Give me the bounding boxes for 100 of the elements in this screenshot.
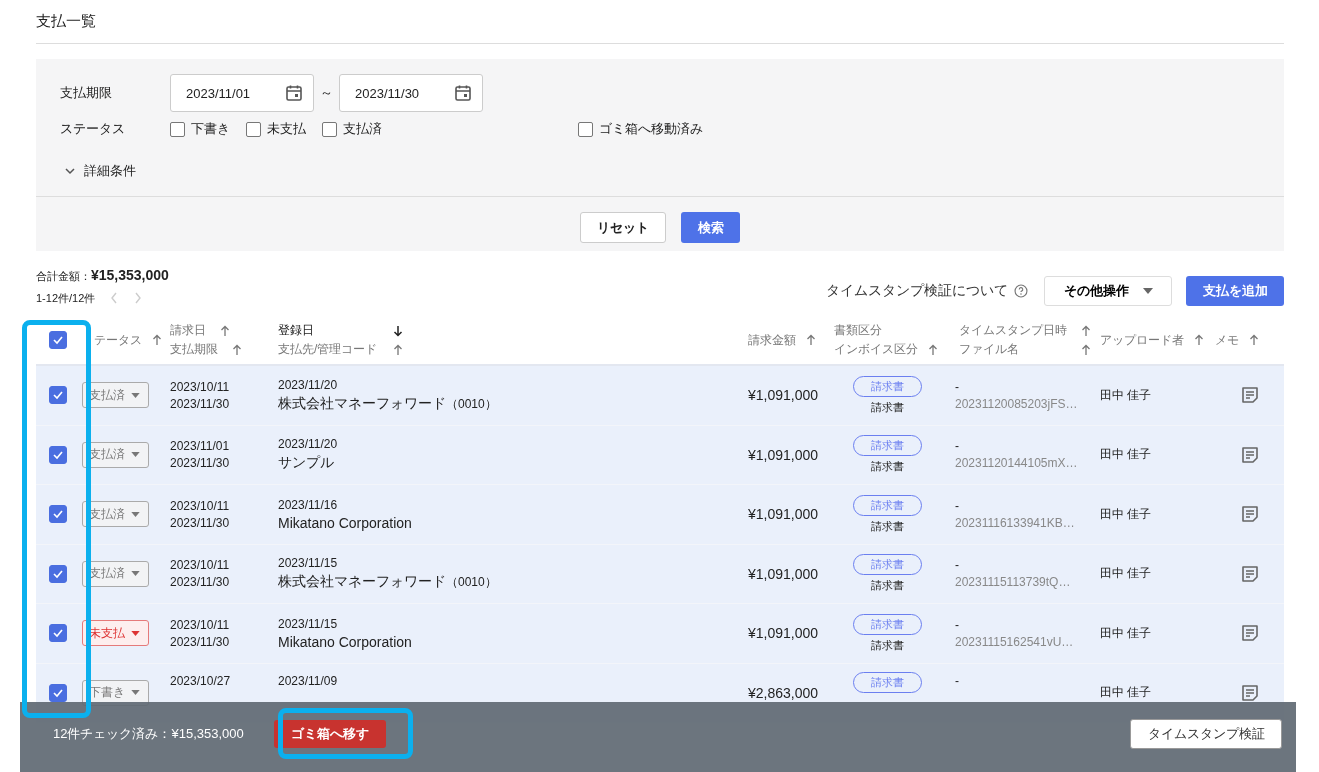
sort-up-icon[interactable]: [1249, 334, 1259, 346]
checkbox[interactable]: [170, 121, 185, 137]
sort-up-icon[interactable]: [806, 334, 816, 346]
search-button[interactable]: 検索: [681, 212, 740, 243]
timestamp: -: [955, 558, 959, 573]
total-amount: ¥15,353,000: [91, 267, 169, 283]
caret-icon: [131, 511, 140, 517]
memo-icon[interactable]: [1239, 682, 1260, 703]
caret-icon: [131, 571, 140, 577]
due-date: 2023/11/30: [170, 634, 230, 649]
file-name: 20231115113739tQ…: [955, 575, 1071, 590]
checkbox[interactable]: [578, 121, 593, 137]
row-checkbox[interactable]: [49, 683, 67, 702]
uploader: 田中 佳子: [1100, 565, 1152, 583]
registered-date: 2023/11/20: [278, 437, 338, 452]
sort-up-icon[interactable]: [220, 324, 230, 337]
detail-toggle[interactable]: 詳細条件: [36, 146, 154, 196]
date-to-field[interactable]: 2023/11/30: [339, 74, 483, 112]
column-header[interactable]: メモ: [1215, 331, 1239, 349]
payee-name: 株式会社マネーフォワード（0010）: [278, 394, 497, 413]
timestamp: -: [955, 498, 959, 513]
add-payment-button[interactable]: 支払を追加: [1186, 276, 1284, 306]
sort-up-icon[interactable]: [1081, 324, 1091, 337]
payee-name: Mikatano Corporation: [278, 633, 412, 650]
uploader: 田中 佳子: [1100, 386, 1152, 404]
calendar-icon: [454, 84, 472, 102]
amount: ¥2,863,000: [747, 684, 818, 701]
invoice-date: 2023/10/11: [170, 498, 230, 513]
sort-up-icon[interactable]: [928, 343, 938, 356]
memo-icon[interactable]: [1239, 385, 1260, 406]
move-to-trash-button[interactable]: ゴミ箱へ移す: [273, 720, 386, 748]
amount: ¥1,091,000: [747, 446, 818, 463]
checked-count: 12件チェック済み：¥15,353,000: [53, 725, 244, 743]
checkbox-label: 支払済: [343, 120, 382, 138]
row-checkbox[interactable]: [49, 386, 67, 405]
invoice-date: 2023/10/11: [170, 558, 230, 573]
checkbox-label: 未支払: [267, 120, 306, 138]
check-icon: [52, 508, 64, 521]
column-header[interactable]: 支払期限: [170, 341, 218, 358]
payee-name: Mikatano Corporation: [278, 514, 412, 531]
due-date: 2023/11/30: [170, 396, 230, 411]
help-icon[interactable]: [1014, 284, 1028, 298]
timestamp: -: [955, 439, 959, 454]
sort-down-icon[interactable]: [393, 324, 403, 337]
amount: ¥1,091,000: [747, 625, 818, 642]
sort-up-icon[interactable]: [393, 343, 403, 356]
uploader: 田中 佳子: [1100, 446, 1152, 464]
page-range: 1-12件/12件: [36, 290, 96, 306]
memo-icon[interactable]: [1239, 623, 1260, 644]
caret-icon: [131, 392, 140, 398]
column-header[interactable]: 請求金額: [748, 331, 796, 349]
amount: ¥1,091,000: [747, 506, 818, 523]
column-header[interactable]: タイムスタンプ日時: [959, 322, 1067, 339]
total-label: 合計金額：: [36, 270, 91, 282]
column-header[interactable]: インボイス区分: [834, 341, 918, 358]
reset-button[interactable]: リセット: [580, 212, 666, 243]
timestamp-verify-button[interactable]: タイムスタンプ検証: [1130, 719, 1282, 749]
checkbox-label: ゴミ箱へ移動済み: [599, 120, 703, 138]
column-header[interactable]: 書類区分: [834, 322, 882, 339]
sort-up-icon[interactable]: [1194, 334, 1204, 346]
row-checkbox[interactable]: [49, 445, 67, 464]
file-name: 20231116133941KB…: [955, 515, 1075, 530]
memo-icon[interactable]: [1239, 504, 1260, 525]
memo-icon[interactable]: [1239, 563, 1260, 584]
more-actions-button[interactable]: その他操作: [1044, 276, 1172, 306]
memo-icon[interactable]: [1239, 444, 1260, 465]
select-all-checkbox[interactable]: [49, 331, 67, 349]
date-from-field[interactable]: 2023/11/01: [170, 74, 314, 112]
due-date: 2023/11/30: [170, 575, 230, 590]
help-link[interactable]: タイムスタンプ検証について: [826, 282, 1008, 300]
sort-up-icon[interactable]: [152, 334, 162, 346]
column-header[interactable]: 登録日: [278, 322, 314, 339]
caret-icon: [1142, 288, 1153, 294]
invoice-date: 2023/10/11: [170, 617, 230, 632]
uploader: 田中 佳子: [1100, 505, 1152, 523]
sort-up-icon[interactable]: [1081, 343, 1091, 356]
checkbox[interactable]: [246, 121, 261, 137]
row-checkbox[interactable]: [49, 505, 67, 524]
chevron-icon: [64, 165, 76, 177]
caret-icon: [131, 690, 140, 696]
sort-up-icon[interactable]: [232, 343, 242, 356]
amount: ¥1,091,000: [747, 565, 818, 582]
timestamp: -: [955, 617, 959, 632]
column-header[interactable]: 支払先/管理コード: [278, 341, 378, 358]
row-checkbox[interactable]: [49, 624, 67, 643]
column-header[interactable]: アップロード者: [1100, 331, 1184, 349]
column-header[interactable]: ファイル名: [959, 341, 1019, 358]
registered-date: 2023/11/09: [278, 673, 338, 688]
payee-name: サンプル: [278, 454, 334, 473]
invoice-type: 請求書: [871, 459, 904, 475]
caret-icon: [131, 630, 140, 636]
invoice-type: 請求書: [871, 518, 904, 534]
column-header[interactable]: 請求日: [170, 322, 206, 339]
timestamp: -: [955, 379, 959, 394]
column-header[interactable]: テータス: [94, 331, 142, 349]
file-name: 20231115162541vU…: [955, 634, 1074, 649]
due-date: 2023/11/30: [170, 515, 230, 530]
invoice-type: 請求書: [871, 637, 904, 653]
row-checkbox[interactable]: [49, 564, 67, 583]
checkbox[interactable]: [322, 121, 337, 137]
